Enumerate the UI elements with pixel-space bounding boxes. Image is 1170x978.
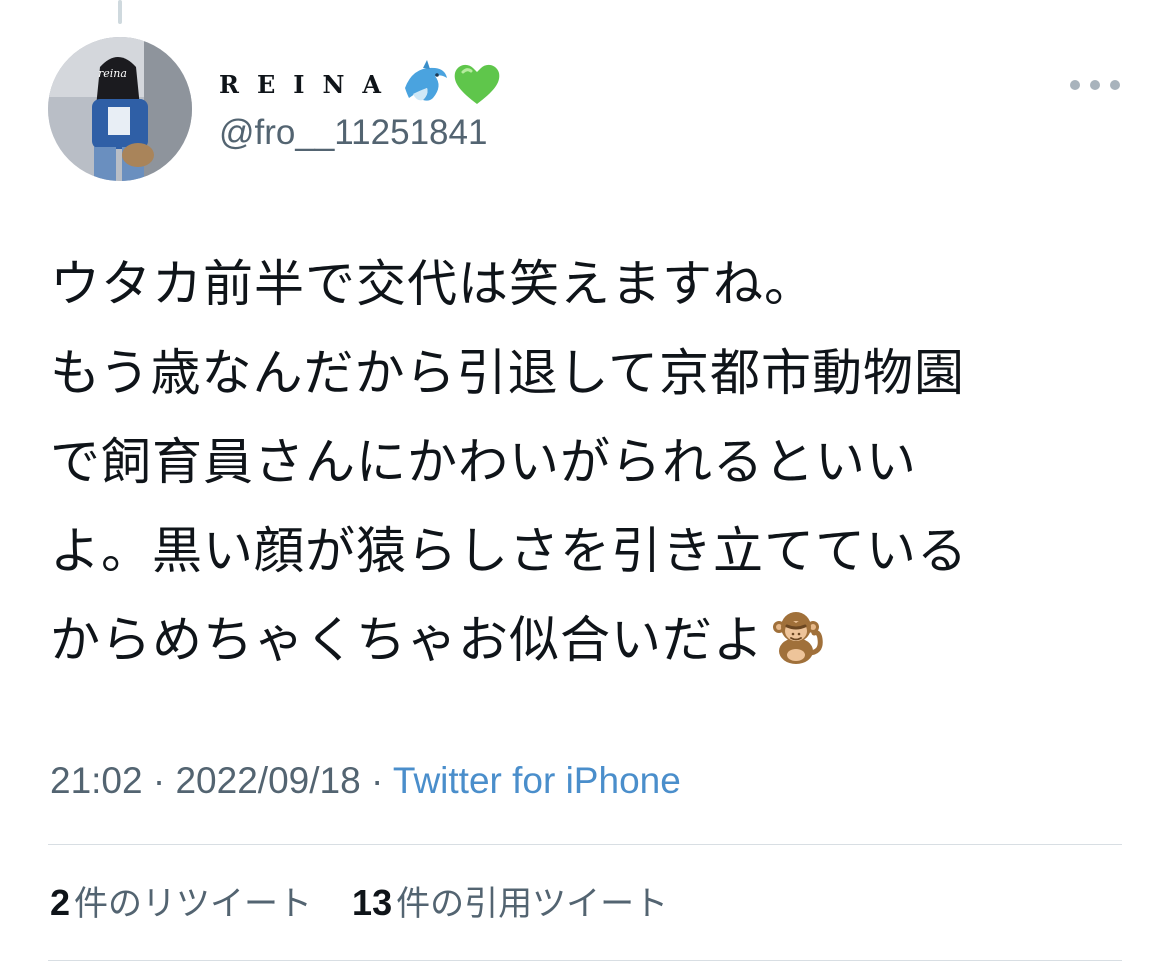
tweet-line: もう歳なんだから引退して京都市動物園: [50, 344, 965, 402]
retweets-stat[interactable]: 2 件のリツイート: [50, 876, 312, 925]
tweet-line: からめちゃくちゃお似合いだよ: [50, 611, 764, 669]
thread-connector-line: [118, 0, 122, 24]
retweets-count: 2: [50, 882, 71, 923]
retweets-label: 件のリツイート: [74, 884, 313, 924]
more-dot-icon: [1110, 80, 1120, 90]
user-handle[interactable]: @fro__11251841: [219, 113, 487, 153]
divider: [48, 960, 1122, 961]
green-heart-icon: [454, 64, 500, 104]
meta-separator: ·: [142, 760, 176, 801]
quotes-count: 13: [352, 882, 393, 923]
divider: [48, 844, 1122, 845]
dolphin-icon: [405, 60, 448, 101]
avatar-caption-text: reina: [98, 67, 127, 80]
tweet-line: よ。黒い顔が猿らしさを引き立てている: [50, 522, 968, 580]
quotes-label: 件の引用ツイート: [396, 884, 669, 924]
avatar[interactable]: reina: [48, 37, 192, 181]
tweet-date[interactable]: 2022/09/18: [175, 760, 360, 801]
tweet-line: ウタカ前半で交代は笑えますね。: [50, 255, 815, 313]
more-options-button[interactable]: [1070, 72, 1120, 98]
more-dot-icon: [1090, 80, 1100, 90]
tweet-metadata: 21:02 · 2022/09/18 · Twitter for iPhone: [50, 760, 681, 802]
tweet-time[interactable]: 21:02: [50, 760, 143, 801]
display-name-text: REINA: [219, 69, 400, 99]
monkey-icon: [773, 612, 823, 664]
tweet-source-link[interactable]: Twitter for iPhone: [393, 760, 681, 801]
quote-tweets-stat[interactable]: 13 件の引用ツイート: [352, 876, 668, 925]
more-dot-icon: [1070, 80, 1080, 90]
tweet-line: で飼育員さんにかわいがられるといい: [50, 433, 917, 491]
meta-separator: ·: [360, 760, 393, 801]
tweet-text: ウタカ前半で交代は笑えますね。 もう歳なんだから引退して京都市動物園 で飼育員さ…: [50, 240, 1130, 685]
display-name[interactable]: REINA: [219, 56, 503, 112]
tweet-stats: 2 件のリツイート 13 件の引用ツイート: [50, 876, 698, 925]
